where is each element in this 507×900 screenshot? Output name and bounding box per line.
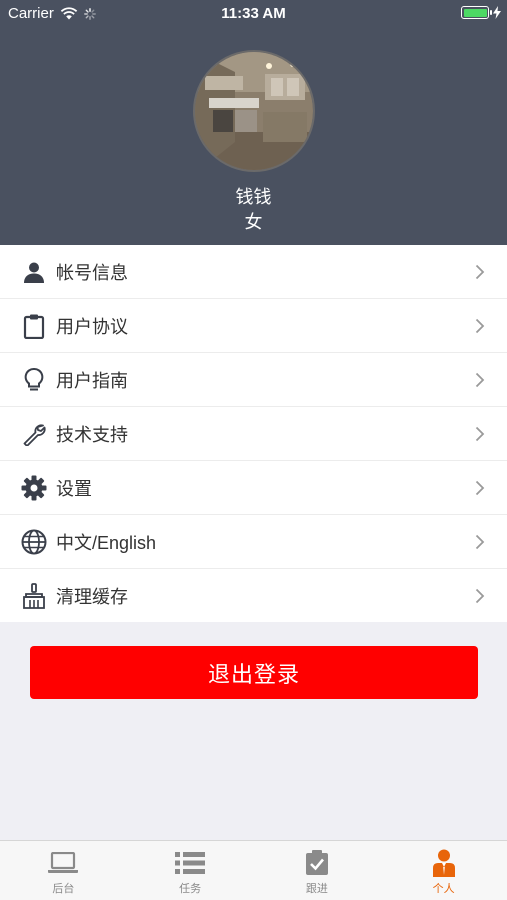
tab-personal[interactable]: 个人 bbox=[380, 841, 507, 900]
logout-button[interactable]: 退出登录 bbox=[30, 646, 478, 699]
status-right bbox=[461, 6, 501, 19]
globe-icon bbox=[20, 528, 48, 556]
menu-item-label: 中文/English bbox=[56, 532, 157, 553]
wrench-icon bbox=[20, 420, 48, 448]
menu-item-label: 帐号信息 bbox=[56, 262, 128, 283]
profile-header: Carrier 11:33 AM 钱钱 女 bbox=[0, 0, 507, 245]
chevron-right-icon bbox=[475, 264, 485, 280]
menu-item-tech-support[interactable]: 技术支持 bbox=[0, 407, 507, 461]
tab-label: 个人 bbox=[432, 883, 455, 895]
menu-item-label: 技术支持 bbox=[56, 424, 128, 445]
tab-tasks[interactable]: 任务 bbox=[127, 841, 254, 900]
check-clipboard-icon bbox=[302, 850, 332, 876]
chevron-right-icon bbox=[475, 426, 485, 442]
settings-menu: 帐号信息 用户协议 用户指南 技术支持 设置 中文/English 清理缓存 bbox=[0, 245, 507, 622]
chevron-right-icon bbox=[475, 372, 485, 388]
battery-icon bbox=[461, 6, 492, 19]
gear-icon bbox=[20, 474, 48, 502]
tab-label: 任务 bbox=[179, 883, 202, 895]
kitchen-photo bbox=[195, 52, 313, 170]
avatar[interactable] bbox=[193, 50, 315, 172]
menu-item-label: 用户指南 bbox=[56, 370, 128, 391]
menu-item-clear-cache[interactable]: 清理缓存 bbox=[0, 569, 507, 622]
menu-item-label: 用户协议 bbox=[56, 316, 128, 337]
broom-icon bbox=[20, 582, 48, 610]
lightbulb-icon bbox=[20, 366, 48, 394]
profile-name: 钱钱 bbox=[235, 187, 272, 207]
tab-follow-up[interactable]: 跟进 bbox=[254, 841, 381, 900]
menu-item-account-info[interactable]: 帐号信息 bbox=[0, 245, 507, 299]
chevron-right-icon bbox=[475, 534, 485, 550]
chevron-right-icon bbox=[475, 480, 485, 496]
status-time: 11:33 AM bbox=[221, 5, 286, 22]
menu-item-label: 清理缓存 bbox=[56, 586, 128, 607]
status-bar: Carrier 11:33 AM bbox=[0, 0, 507, 28]
tab-bar: 后台 任务 跟进 个人 bbox=[0, 840, 507, 900]
user-icon bbox=[20, 258, 48, 286]
menu-item-user-agreement[interactable]: 用户协议 bbox=[0, 299, 507, 353]
laptop-icon bbox=[48, 850, 79, 876]
menu-item-user-guide[interactable]: 用户指南 bbox=[0, 353, 507, 407]
tab-label: 跟进 bbox=[305, 883, 328, 895]
chevron-right-icon bbox=[475, 318, 485, 334]
menu-item-label: 设置 bbox=[56, 478, 92, 499]
charging-bolt-icon bbox=[493, 6, 501, 19]
chevron-right-icon bbox=[475, 588, 485, 604]
tab-dashboard[interactable]: 后台 bbox=[0, 841, 127, 900]
person-icon bbox=[429, 849, 459, 877]
profile-gender: 女 bbox=[244, 212, 263, 232]
tab-label: 后台 bbox=[52, 883, 75, 895]
menu-item-settings[interactable]: 设置 bbox=[0, 461, 507, 515]
menu-item-language[interactable]: 中文/English bbox=[0, 515, 507, 569]
list-icon bbox=[175, 850, 206, 876]
clipboard-icon bbox=[20, 312, 48, 340]
